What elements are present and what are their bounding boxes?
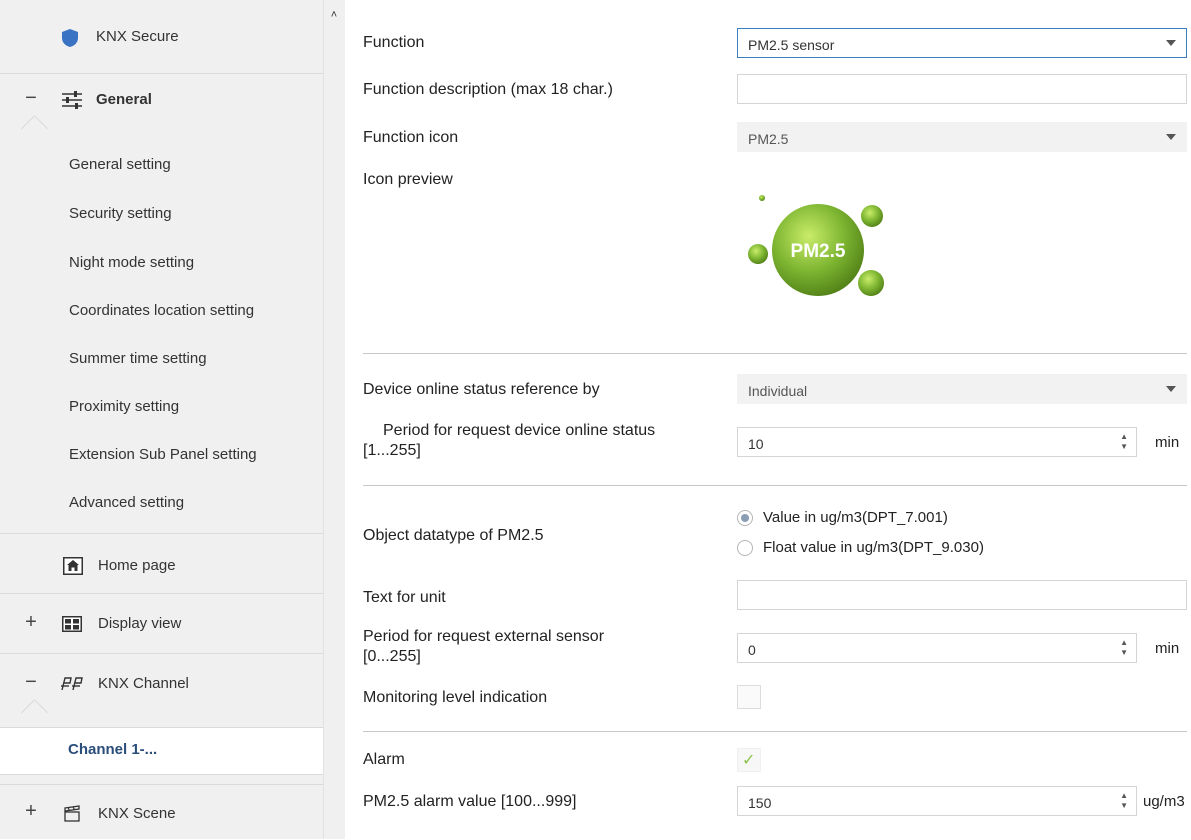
function-select[interactable]: PM2.5 sensor	[737, 28, 1187, 58]
radio-value-dpt-7-001[interactable]: Value in ug/m3(DPT_7.001)	[737, 509, 948, 526]
text-for-unit-input[interactable]	[737, 580, 1187, 610]
monitoring-level-checkbox[interactable]	[737, 685, 761, 709]
display-view-icon	[62, 616, 82, 632]
sidebar-item-label: KNX Scene	[98, 805, 176, 822]
shield-icon	[62, 29, 78, 47]
sidebar-item-label: KNX Channel	[98, 675, 189, 692]
text-for-unit-label: Text for unit	[363, 589, 446, 606]
period-online-status-label: Period for request device online status …	[363, 421, 655, 461]
function-select-value: PM2.5 sensor	[748, 37, 835, 53]
sidebar-item-knx-scene[interactable]: + KNX Scene	[0, 784, 323, 840]
spinner-arrows[interactable]: ▲ ▼	[1120, 432, 1128, 452]
alarm-label: Alarm	[363, 751, 405, 768]
collapse-icon[interactable]: −	[24, 87, 38, 110]
sidebar: KNX Secure − General General setting Sec…	[0, 0, 323, 839]
collapse-icon[interactable]: −	[24, 671, 38, 694]
pm25-icon-preview: PM2.5	[748, 195, 884, 296]
period-online-status-value: 10	[748, 436, 764, 452]
scene-icon	[64, 805, 80, 822]
icon-preview-text: PM2.5	[791, 241, 846, 262]
sidebar-item-knx-secure[interactable]: KNX Secure	[0, 0, 323, 73]
spin-down-icon[interactable]: ▼	[1120, 648, 1128, 658]
function-label: Function	[363, 34, 425, 51]
device-online-status-select[interactable]: Individual	[737, 374, 1187, 404]
radio-button-selected[interactable]	[737, 509, 753, 526]
sidebar-subitem-proximity-setting[interactable]: Proximity setting	[69, 398, 179, 415]
pm25-alarm-value-input[interactable]: 150 ▲ ▼	[737, 786, 1137, 816]
sidebar-subitem-label: Channel 1-...	[68, 741, 158, 758]
spin-down-icon[interactable]: ▼	[1120, 801, 1128, 811]
sidebar-subitem-channel-1[interactable]: Channel 1-...	[0, 727, 323, 775]
period-external-sensor-input[interactable]: 0 ▲ ▼	[737, 633, 1137, 663]
divider	[363, 353, 1187, 354]
period-online-status-unit: min	[1155, 434, 1180, 451]
device-online-status-label: Device online status reference by	[363, 381, 600, 398]
period-external-sensor-value: 0	[748, 642, 756, 658]
pm25-alarm-value-unit: ug/m3	[1143, 793, 1185, 810]
sidebar-item-home-page[interactable]: Home page	[0, 533, 323, 594]
sidebar-scrollbar[interactable]: ˄	[323, 0, 346, 839]
sliders-icon	[62, 91, 82, 109]
divider	[363, 485, 1187, 486]
sidebar-item-display-view[interactable]: + Display view	[0, 593, 323, 654]
sidebar-item-label: KNX Secure	[96, 28, 179, 45]
period-external-sensor-unit: min	[1155, 640, 1180, 657]
sidebar-subitem-general-setting[interactable]: General setting	[69, 156, 171, 173]
sidebar-item-label: General	[96, 91, 152, 108]
scroll-up-icon[interactable]: ˄	[327, 8, 341, 22]
spin-up-icon[interactable]: ▲	[1120, 638, 1128, 648]
function-icon-select[interactable]: PM2.5	[737, 122, 1187, 152]
chevron-down-icon	[1166, 40, 1176, 46]
function-description-label: Function description (max 18 char.)	[363, 81, 613, 98]
spin-up-icon[interactable]: ▲	[1120, 791, 1128, 801]
chevron-down-icon	[1166, 386, 1176, 392]
alarm-checkbox[interactable]: ✓	[737, 748, 761, 772]
device-online-status-value: Individual	[748, 383, 808, 399]
period-external-sensor-label: Period for request external sensor [0...…	[363, 627, 604, 667]
home-icon	[63, 557, 83, 575]
function-icon-select-value: PM2.5	[748, 131, 789, 147]
spin-down-icon[interactable]: ▼	[1120, 442, 1128, 452]
radio-label: Float value in ug/m3(DPT_9.030)	[763, 539, 984, 556]
sidebar-item-knx-channel[interactable]: − KNX Channel	[0, 653, 323, 714]
sidebar-subitem-advanced-setting[interactable]: Advanced setting	[69, 494, 184, 511]
object-datatype-label: Object datatype of PM2.5	[363, 527, 544, 544]
divider	[363, 731, 1187, 732]
sidebar-subitem-summer-time-setting[interactable]: Summer time setting	[69, 350, 207, 367]
period-external-sensor-label-line1: Period for request external sensor	[363, 628, 605, 645]
expand-icon[interactable]: +	[24, 611, 38, 634]
chevron-down-icon	[1166, 134, 1176, 140]
monitoring-level-label: Monitoring level indication	[363, 689, 548, 706]
spin-up-icon[interactable]: ▲	[1120, 432, 1128, 442]
parameter-form: Function PM2.5 sensor Function descripti…	[345, 0, 1191, 839]
check-icon: ✓	[742, 752, 756, 769]
spinner-arrows[interactable]: ▲ ▼	[1120, 638, 1128, 658]
radio-value-dpt-9-030[interactable]: Float value in ug/m3(DPT_9.030)	[737, 539, 984, 556]
channel-icon	[61, 677, 83, 691]
period-online-status-input[interactable]: 10 ▲ ▼	[737, 427, 1137, 457]
spinner-arrows[interactable]: ▲ ▼	[1120, 791, 1128, 811]
expand-icon[interactable]: +	[24, 800, 38, 823]
pm25-alarm-value-label: PM2.5 alarm value [100...999]	[363, 793, 577, 810]
period-external-sensor-label-line2: [0...255]	[363, 648, 421, 665]
sidebar-subitem-security-setting[interactable]: Security setting	[69, 205, 172, 222]
sidebar-item-label: Home page	[98, 557, 176, 574]
sidebar-subitem-extension-sub-panel-setting[interactable]: Extension Sub Panel setting	[69, 446, 257, 463]
radio-label: Value in ug/m3(DPT_7.001)	[763, 509, 948, 526]
pm25-alarm-value-value: 150	[748, 795, 772, 811]
period-online-status-label-line1: Period for request device online status	[383, 422, 656, 439]
icon-preview-label: Icon preview	[363, 171, 453, 188]
sidebar-item-general[interactable]: − General	[0, 73, 323, 129]
period-online-status-label-line2: [1...255]	[363, 442, 421, 459]
sidebar-subitem-night-mode-setting[interactable]: Night mode setting	[69, 254, 194, 271]
function-icon-label: Function icon	[363, 129, 459, 146]
sidebar-subitem-coordinates-location-setting[interactable]: Coordinates location setting	[69, 302, 254, 319]
sidebar-item-label: Display view	[98, 615, 182, 632]
function-description-input[interactable]	[737, 74, 1187, 104]
radio-button[interactable]	[737, 539, 753, 556]
